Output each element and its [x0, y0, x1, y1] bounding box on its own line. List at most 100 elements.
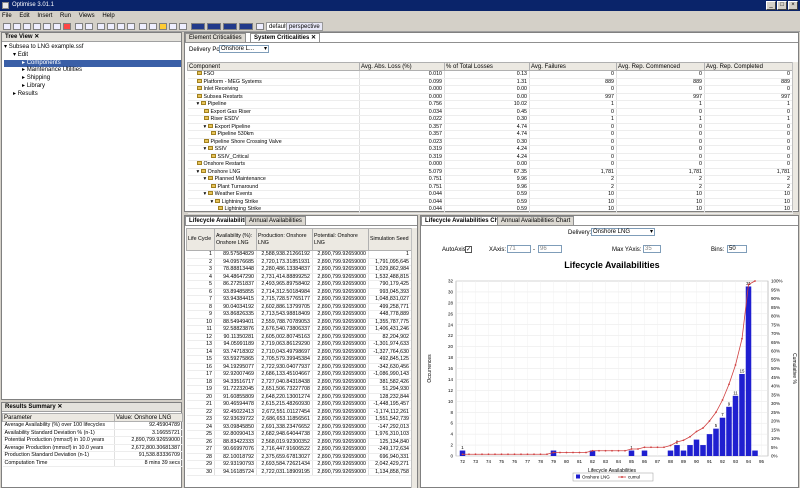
delete-icon[interactable] — [63, 23, 71, 30]
view-bar-icon[interactable] — [207, 23, 221, 30]
lifecycle-header[interactable]: Potential: Onshore LNG — [312, 228, 369, 251]
table-row[interactable]: 14 93.74718302 2,710,043.49798697 2,890,799… — [186, 348, 412, 356]
table-row[interactable]: FSO 0.010 0.13 0 0 0 — [187, 70, 793, 79]
table-row[interactable]: Platform - MEG Systems 0.099 1.31 889 889 889 — [187, 78, 793, 86]
lifecycle-scrollbar[interactable] — [411, 228, 417, 488]
table-row[interactable]: 6 93.89485855 2,714,312.50184984 2,890,799.… — [186, 288, 412, 296]
table-row[interactable]: 2 94.09576685 2,720,173.31851931 2,890,799.… — [186, 258, 412, 266]
table-row[interactable]: ▾ Lightning Strike 0.044 0.59 10 10 10 — [187, 198, 793, 206]
lifecycle-header[interactable]: Life Cycle — [186, 228, 215, 251]
tree-item[interactable]: ▸ Maintenance Utilities — [4, 67, 181, 75]
tree-item[interactable]: ▾ Subsea to LNG example.ssf — [4, 44, 181, 52]
table-row[interactable]: 21 90.46594478 2,615,215.48260930 2,890,799… — [186, 400, 412, 409]
bins-input[interactable]: 50 — [727, 245, 747, 253]
table-row[interactable]: 13 94.05991189 2,719,063.86129290 2,890,799… — [186, 340, 412, 349]
table-row[interactable]: 26 88.83422333 2,568,019.92300352 2,890,799… — [186, 438, 412, 446]
table-row[interactable]: Pipeline Shore Crossing Valve 0.023 0.30 0 0… — [187, 138, 793, 146]
results-header-value[interactable]: Value: Onshore LNG — [114, 413, 183, 422]
criticalities-header[interactable]: Avg. Rep. Commenced — [616, 62, 705, 71]
criticalities-header[interactable]: % of Total Losses — [444, 62, 530, 71]
table-row[interactable]: 30 94.16185724 2,722,031.18909195 2,890,799… — [186, 468, 412, 476]
menu-help[interactable]: Help — [102, 13, 114, 19]
table-row[interactable]: Pipeline 530km 0.357 4.74 0 0 0 — [187, 130, 793, 139]
delivery-point-select[interactable]: Onshore L... ▾ — [219, 45, 269, 53]
menu-file[interactable]: File — [2, 13, 12, 19]
table-row[interactable]: 12 90.11350281 2,605,002.80745163 2,890,799… — [186, 333, 412, 341]
table-row[interactable]: Export Gas Riser 0.034 0.45 0 0 0 — [187, 108, 793, 116]
table-row[interactable]: Subsea Restarts 0.000 0.00 997 997 997 — [187, 93, 793, 101]
table-row[interactable]: 5 86.27251837 2,493,965.89758402 2,890,799.… — [186, 280, 412, 289]
document-icon[interactable] — [117, 23, 125, 30]
menu-run[interactable]: Run — [60, 13, 71, 19]
table-row[interactable]: ▾ Export Pipeline 0.357 4.74 0 0 0 — [187, 123, 793, 131]
view-bar-icon[interactable] — [223, 23, 237, 30]
table-row[interactable]: 28 82.10018792 2,375,659.67813027 2,890,799… — [186, 453, 412, 461]
redo-icon[interactable] — [85, 23, 93, 30]
menu-views[interactable]: Views — [79, 13, 95, 19]
tab-element-criticalities[interactable]: Element Criticalities — [185, 33, 246, 42]
close-window-button[interactable]: × — [788, 1, 798, 10]
run-icon[interactable] — [159, 23, 167, 30]
table-row[interactable]: ▾ Pipeline 0.756 10.02 1 1 1 — [187, 100, 793, 109]
minimize-button[interactable]: _ — [766, 1, 776, 10]
chart-icon[interactable] — [179, 23, 187, 30]
max-yaxis-input[interactable]: 35 — [643, 245, 661, 253]
table-row[interactable]: 29 92.93190793 2,693,584.72621434 2,890,799… — [186, 460, 412, 469]
menu-insert[interactable]: Insert — [37, 13, 52, 19]
table-row[interactable]: 23 92.93639722 2,686,653.11856561 2,890,799… — [186, 415, 412, 424]
xaxis-min-input[interactable]: 71 — [507, 245, 531, 253]
table-row[interactable]: ▾ SSIV 0.319 4.24 0 0 0 — [187, 145, 793, 154]
lifecycle-header[interactable]: Availability (%): Onshore LNG — [214, 228, 257, 251]
lifecycle-header[interactable]: Simulation Seed — [368, 228, 412, 251]
settings-icon[interactable] — [169, 23, 177, 30]
save-icon[interactable] — [23, 23, 31, 30]
maximize-button[interactable]: □ — [777, 1, 787, 10]
cut-icon[interactable] — [33, 23, 41, 30]
table-row[interactable]: 17 92.92007469 2,686,133.45104667 2,890,799… — [186, 370, 412, 379]
view-bar-icon[interactable] — [239, 23, 253, 30]
tree-item[interactable]: ▸ Results — [4, 91, 181, 99]
table-row[interactable]: 1 89.57584829 2,588,938.21266192 2,890,799.… — [186, 250, 412, 259]
tab-annual-availabilities[interactable]: Annual Availabilities — [245, 216, 306, 225]
lifecycle-header[interactable]: Production: Onshore LNG — [256, 228, 313, 251]
table-row[interactable]: 19 91.72232045 2,651,506.73227708 2,890,799… — [186, 385, 412, 394]
layout-icon[interactable] — [256, 23, 264, 30]
grid-icon[interactable] — [139, 23, 147, 30]
chart-delivery-select[interactable]: Onshore LNG ▾ — [591, 228, 655, 236]
table-row[interactable]: 24 93.09845850 2,691,338.23476652 2,890,799… — [186, 423, 412, 431]
table-row[interactable]: ▾ Planned Maintenance 0.751 9.96 2 2 2 — [187, 175, 793, 184]
undo-icon[interactable] — [75, 23, 83, 30]
table-row[interactable]: 25 92.80090413 2,682,948.64044738 2,890,799… — [186, 430, 412, 439]
autoaxis-checkbox[interactable]: ✓ — [465, 246, 472, 253]
report-icon[interactable] — [127, 23, 135, 30]
tree-item[interactable]: ▸ Shipping — [4, 75, 181, 83]
criticalities-header[interactable]: Avg. Failures — [529, 62, 617, 71]
table-row[interactable]: 10 88.54949401 2,559,788.70789053 2,890,799… — [186, 318, 412, 326]
component-icon[interactable] — [97, 23, 105, 30]
new-icon[interactable] — [3, 23, 11, 30]
results-header-parameter[interactable]: Parameter — [2, 413, 115, 422]
perspective-button[interactable]: perspective — [286, 22, 323, 31]
tab-system-criticalities[interactable]: System Criticalities ✕ — [250, 33, 321, 42]
table-row[interactable]: 18 94.33516717 2,727,040.84318438 2,890,799… — [186, 378, 412, 386]
table-row[interactable]: ▾ Onshore LNG 5.079 67.35 1,781 1,781 1,781 — [187, 168, 793, 176]
table-row[interactable]: Plant Turnaround 0.751 9.96 2 2 2 — [187, 183, 793, 191]
menu-edit[interactable]: Edit — [19, 13, 29, 19]
link-icon[interactable] — [107, 23, 115, 30]
criticalities-header[interactable]: Avg. Rep. Completed — [704, 62, 793, 71]
tree-item[interactable]: ▸ Components — [4, 59, 181, 68]
tab-annual-chart[interactable]: Annual Availabilities Chart — [497, 216, 575, 225]
table-row[interactable]: Inlet Receiving 0.000 0.00 0 0 0 — [187, 85, 793, 94]
tree-item[interactable]: ▸ Library — [4, 83, 181, 91]
view-bar-icon[interactable] — [191, 23, 205, 30]
table-row[interactable]: 9 93.86826335 2,713,543.98818409 2,890,799.… — [186, 310, 412, 319]
table-row[interactable]: Lightning Strike 0.044 0.59 10 10 10 — [187, 205, 793, 214]
table-row[interactable]: 20 91.60855809 2,648,220.13001274 2,890,799… — [186, 393, 412, 401]
xaxis-max-input[interactable]: 96 — [538, 245, 562, 253]
table-row[interactable]: 15 93.59275865 2,705,579.39945384 2,890,799… — [186, 355, 412, 364]
table-row[interactable]: SSIV_Critical 0.319 4.24 0 0 0 — [187, 153, 793, 161]
table-row[interactable]: 11 92.58823876 2,676,540.73806337 2,890,799… — [186, 325, 412, 334]
table-icon[interactable] — [149, 23, 157, 30]
open-icon[interactable] — [13, 23, 21, 30]
copy-icon[interactable] — [43, 23, 51, 30]
